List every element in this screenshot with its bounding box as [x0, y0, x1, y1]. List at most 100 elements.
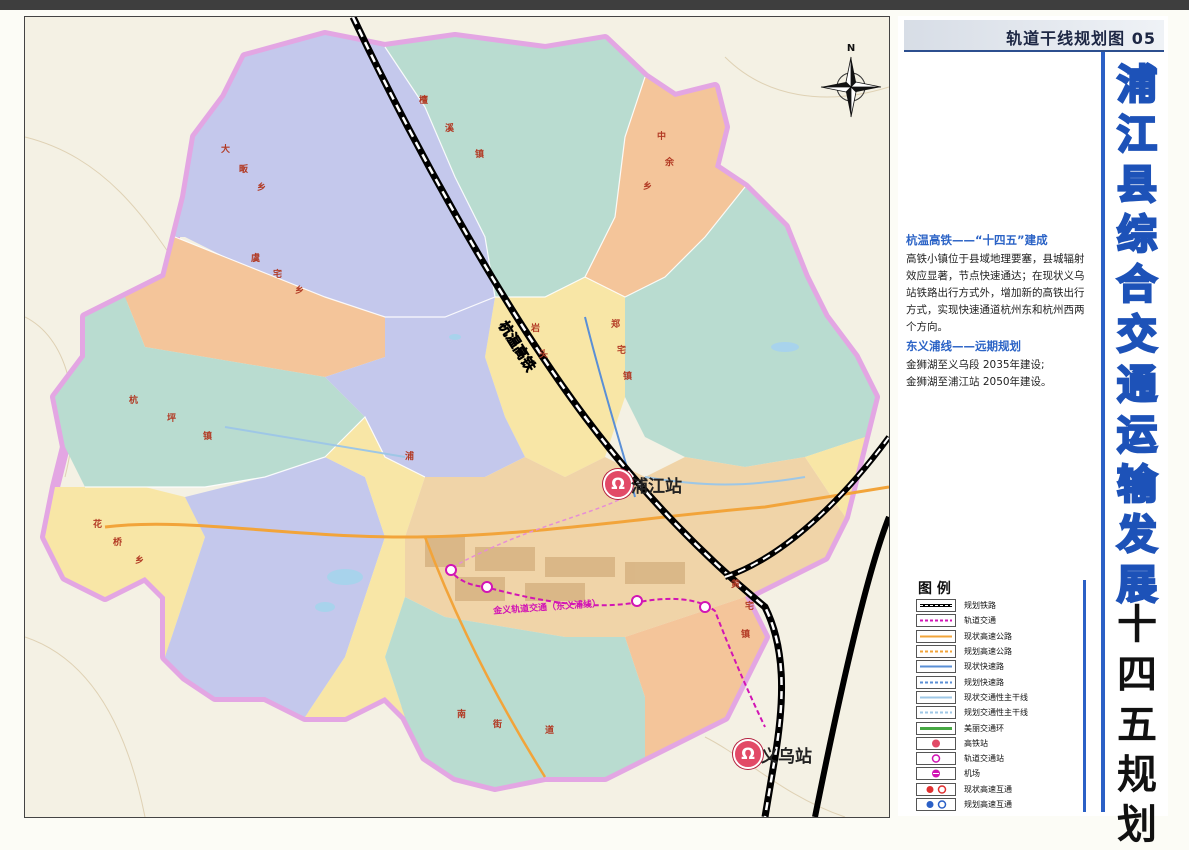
section-heading: 杭温高铁——“十四五”建成	[906, 233, 1048, 247]
town-label-char: 宅	[273, 270, 283, 280]
scenic-ring-icon	[916, 721, 956, 735]
main-title: 浦江县综合交通运输发展	[1112, 60, 1162, 610]
top-frame-bar	[0, 0, 1189, 10]
sheet-header: 轨道干线规划图 05	[904, 20, 1164, 52]
expressway-existing-icon	[916, 660, 956, 674]
section-heading: 东义浦线——远期规划	[906, 339, 1021, 353]
map-canvas[interactable]: N 大畈乡虞宅乡杭坪镇花桥乡檀溪镇中余乡郑宅镇黄宅镇浦南街道岩头 杭温高铁 金义…	[24, 16, 890, 818]
main-title-char: 交	[1116, 311, 1159, 360]
legend-label: 规划快速路	[964, 677, 1004, 687]
town-label-char: 溪	[445, 124, 455, 134]
town-label-char: 头	[539, 350, 549, 360]
town-label-char: 镇	[475, 150, 485, 160]
town-label-char: 宅	[745, 602, 755, 612]
legend-item-metro-station: 轨道交通站	[916, 751, 1076, 766]
legend-item-arterial-existing: 现状交通性主干线	[916, 690, 1076, 705]
town-label-char: 镇	[623, 372, 633, 382]
sub-title-char: 四	[1117, 652, 1157, 698]
title-rule	[1101, 52, 1105, 812]
map-svg	[25, 17, 889, 817]
town-label-char: 镇	[741, 630, 751, 640]
town-label-char: 岩	[531, 324, 541, 334]
town-label-char: 余	[665, 158, 675, 168]
legend-item-interchange-existing: 现状高速互通	[916, 782, 1076, 797]
main-title-char: 通	[1116, 361, 1159, 410]
legend-label: 规划高速公路	[964, 647, 1012, 657]
north-arrow-icon: N	[820, 43, 882, 118]
sheet-title-text: 轨道干线规划图	[1006, 29, 1126, 48]
legend: 规划铁路 轨道交通 现状高速公路 规划高速公路 现状快速路 规划快速路 现状交通性主干线 规划…	[916, 598, 1076, 812]
town-label-char: 镇	[203, 432, 213, 442]
legend-item-scenic-ring: 美丽交通环	[916, 720, 1076, 735]
town-label-char: 畈	[239, 165, 249, 175]
town-label-char: 桥	[113, 538, 123, 548]
town-label-char: 宅	[617, 346, 627, 356]
sub-title-char: 十	[1117, 602, 1157, 648]
interchange-planned-icon	[916, 798, 956, 811]
legend-item-metro: 轨道交通	[916, 613, 1076, 628]
main-title-char: 浦	[1116, 61, 1159, 110]
town-label-char: 乡	[135, 556, 145, 566]
airport-icon	[916, 767, 956, 781]
legend-label: 机场	[964, 769, 980, 779]
legend-item-arterial-planned: 规划交通性主干线	[916, 705, 1076, 720]
interchange-existing-icon	[916, 782, 956, 796]
section-dongyipu: 东义浦线——远期规划 金狮湖至义乌段 2035年建设; 金狮湖至浦江站 2050…	[906, 338, 1094, 391]
arterial-planned-icon	[916, 706, 956, 720]
hsr-station-icon[interactable]: Ω	[733, 739, 763, 769]
highway-existing-icon	[916, 629, 956, 643]
legend-label: 现状高速公路	[964, 631, 1012, 641]
legend-label: 现状高速互通	[964, 784, 1012, 794]
sub-title: 十四五规划	[1112, 600, 1162, 850]
town-label-char: 街	[493, 720, 503, 730]
highway-planned-icon	[916, 645, 956, 659]
town-label-char: 乡	[257, 183, 267, 193]
legend-item-highway-planned: 规划高速公路	[916, 644, 1076, 659]
pujiang-station-label: 浦江站	[631, 477, 682, 497]
legend-label: 规划铁路	[964, 601, 996, 611]
legend-item-airport: 机场	[916, 766, 1076, 781]
hsr-station-icon	[916, 736, 956, 750]
town-label-char: 南	[457, 710, 467, 720]
main-title-char: 运	[1116, 411, 1159, 460]
legend-title: 图 例	[918, 581, 951, 597]
town-label-char: 檀	[419, 96, 429, 106]
town-label-char: 黄	[731, 580, 741, 590]
section-body: 高铁小镇位于县域地理要塞，县城辐射效应显著，节点快速通达；在现状义乌站铁路出行方…	[906, 253, 1085, 333]
legend-label: 轨道交通站	[964, 754, 1004, 764]
north-label: N	[847, 43, 855, 54]
legend-label: 轨道交通	[964, 616, 996, 626]
legend-label: 高铁站	[964, 738, 988, 748]
town-label-char: 道	[545, 726, 555, 736]
hsr-station-icon[interactable]: Ω	[603, 469, 633, 499]
legend-item-hsr-station: 高铁站	[916, 736, 1076, 751]
expressway-planned-icon	[916, 675, 956, 689]
legend-label: 美丽交通环	[964, 723, 1004, 733]
sub-title-char: 规	[1117, 752, 1157, 798]
town-label-char: 浦	[405, 452, 415, 462]
legend-label: 现状交通性主干线	[964, 692, 1028, 702]
town-label-char: 乡	[643, 182, 653, 192]
legend-item-planned-rail: 规划铁路	[916, 598, 1076, 613]
legend-item-expressway-planned: 规划快速路	[916, 674, 1076, 689]
town-label-char: 大	[221, 145, 231, 155]
sheet-title: 轨道干线规划图 05	[1006, 25, 1156, 49]
legend-rule	[1083, 580, 1086, 812]
town-label-char: 中	[657, 132, 667, 142]
legend-item-interchange-planned: 规划高速互通	[916, 797, 1076, 812]
main-title-char: 县	[1116, 161, 1159, 210]
town-label-char: 虞	[251, 254, 261, 264]
main-title-char: 综	[1116, 211, 1159, 260]
legend-label: 现状快速路	[964, 662, 1004, 672]
main-title-char: 江	[1116, 111, 1159, 160]
planned-rail-icon	[916, 599, 956, 613]
main-title-char: 合	[1116, 261, 1159, 310]
town-label-char: 杭	[129, 396, 139, 406]
sub-title-char: 划	[1117, 802, 1157, 848]
arterial-existing-icon	[916, 690, 956, 704]
town-label-char: 花	[93, 520, 103, 530]
town-label-char: 郑	[611, 320, 621, 330]
metro-icon	[916, 614, 956, 628]
legend-item-highway-existing: 现状高速公路	[916, 629, 1076, 644]
legend-label: 规划高速互通	[964, 800, 1012, 809]
